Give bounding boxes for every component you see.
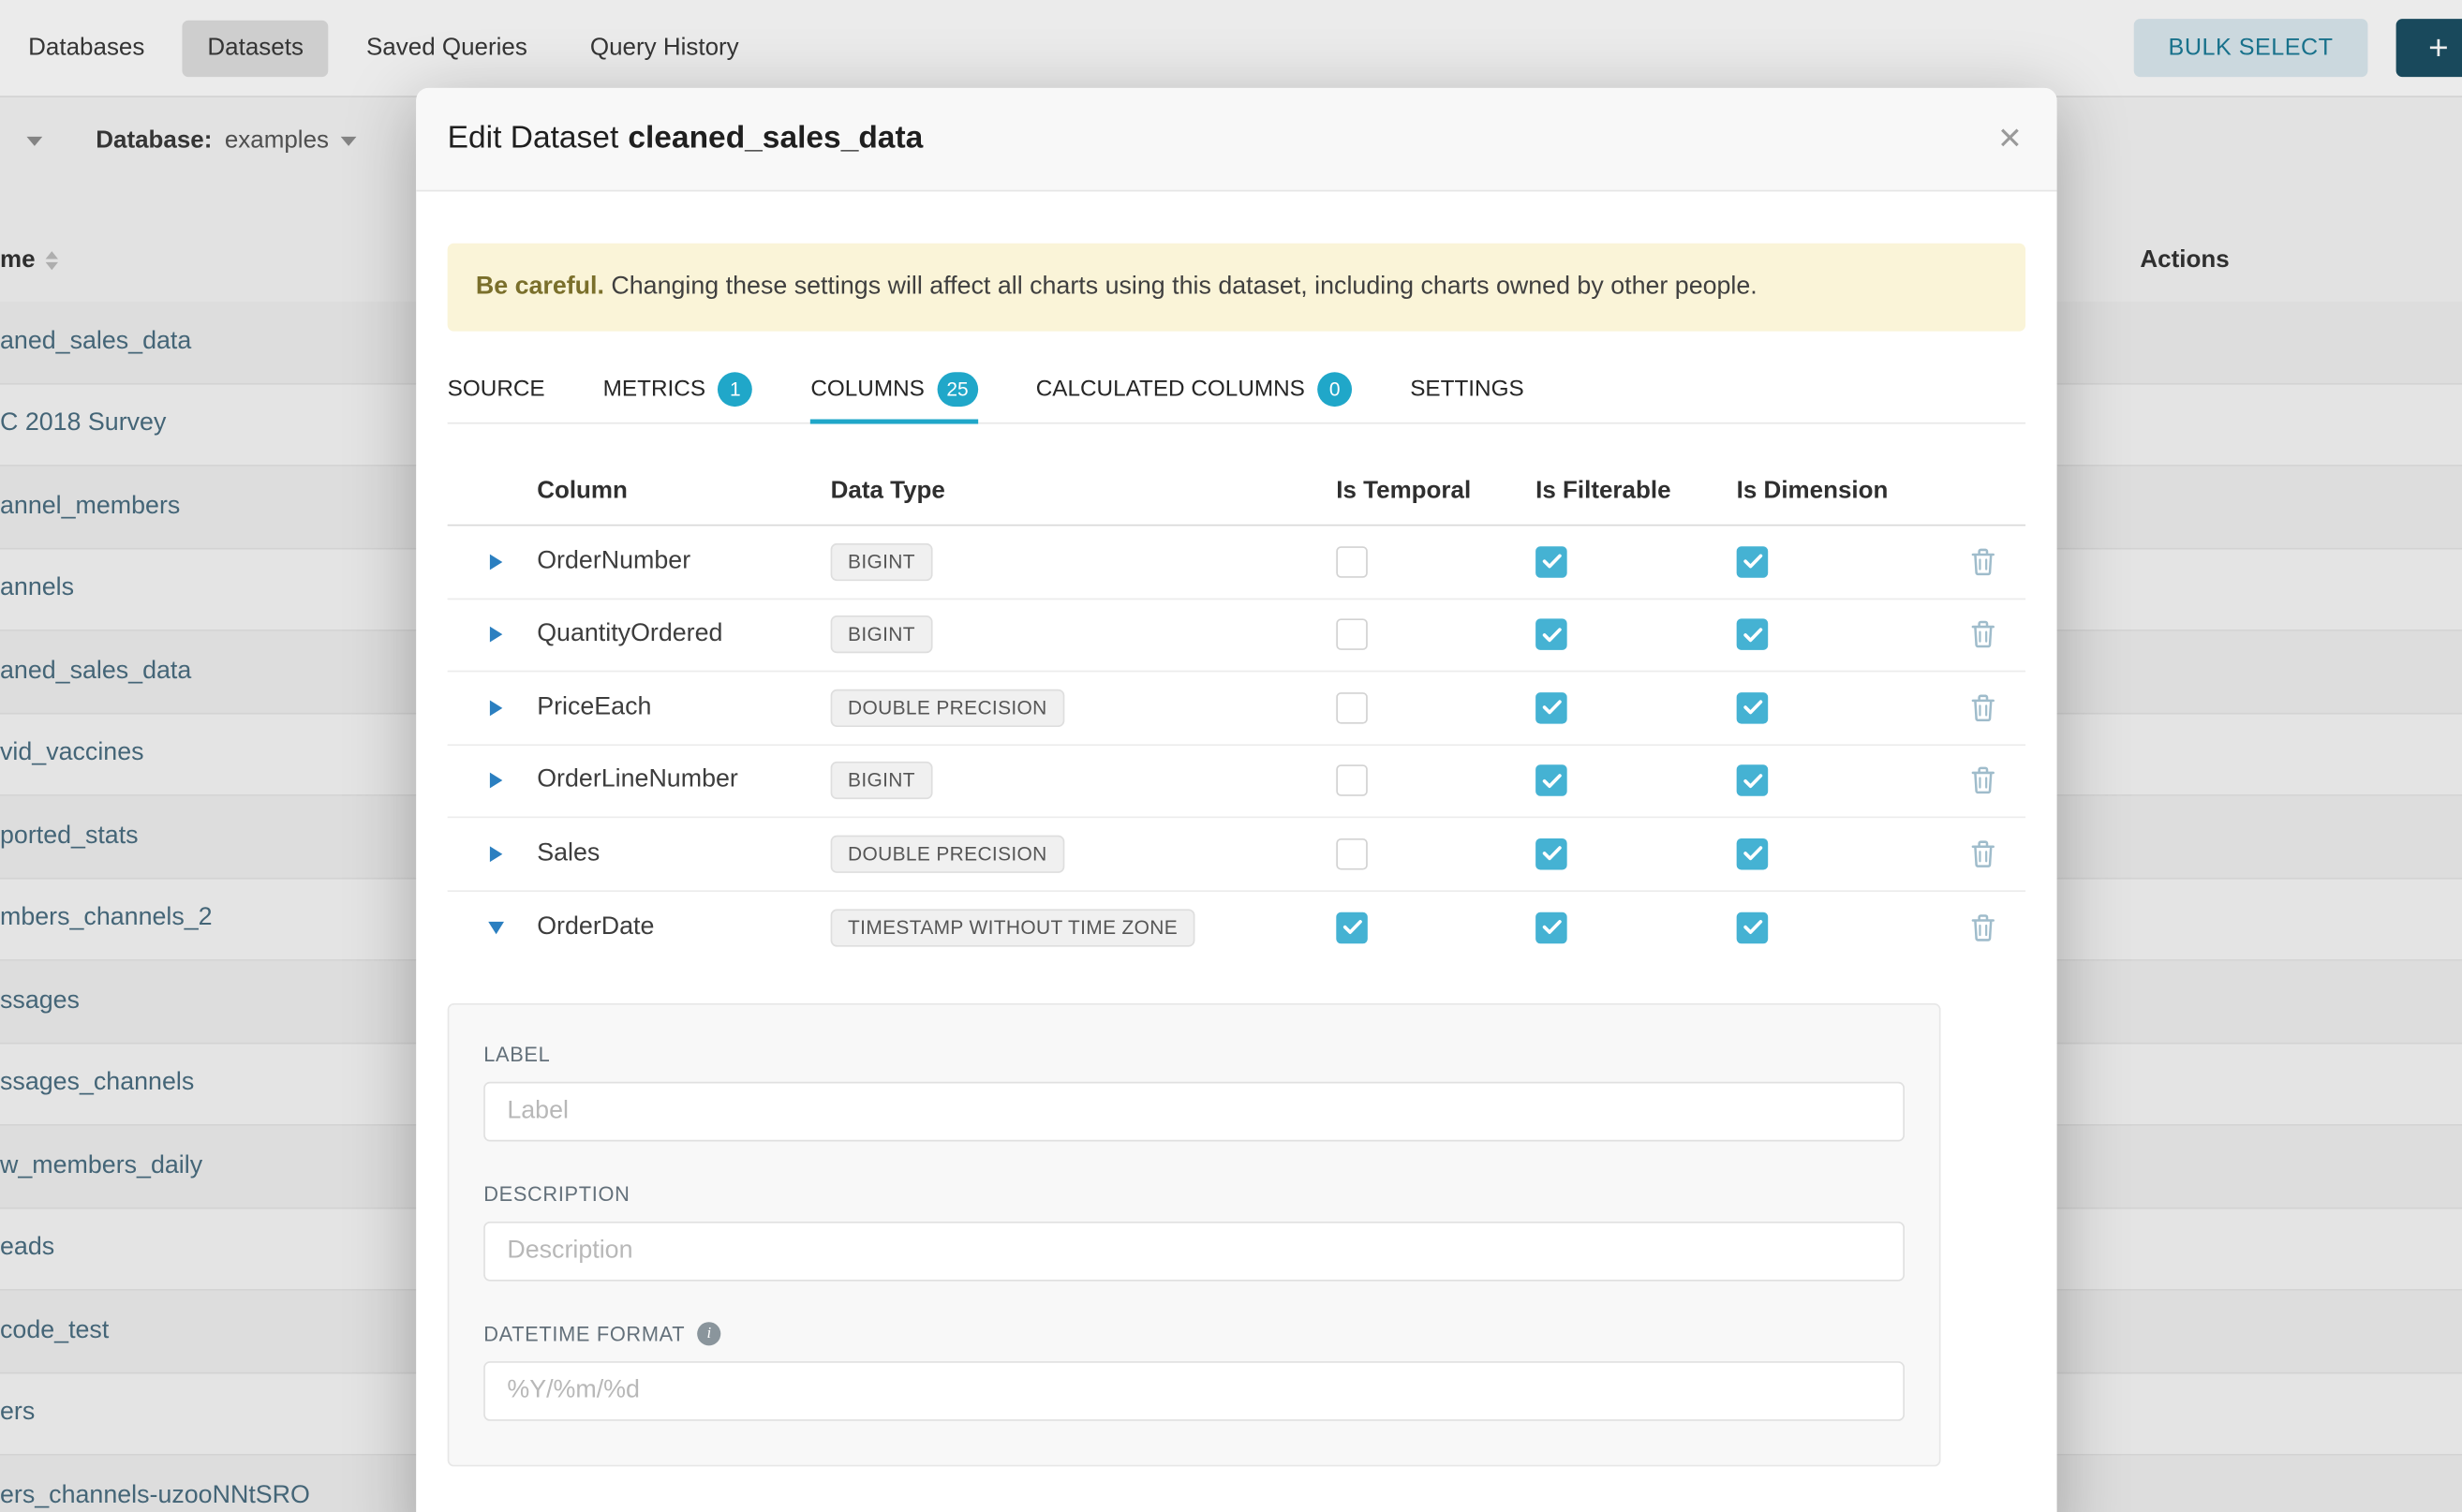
is-filterable-checkbox[interactable] xyxy=(1535,765,1567,797)
data-type-badge: BIGINT xyxy=(831,615,933,653)
modal-body: Be careful. Changing these settings will… xyxy=(416,244,2056,1467)
modal-title-dataset-name: cleaned_sales_data xyxy=(628,121,923,156)
tab-settings[interactable]: SETTINGS xyxy=(1410,355,1524,422)
info-icon[interactable]: i xyxy=(698,1322,721,1345)
is-dimension-checkbox[interactable] xyxy=(1737,912,1769,943)
tab-source[interactable]: SOURCE xyxy=(448,355,545,422)
modal-title-prefix: Edit Dataset xyxy=(448,121,619,156)
data-type-badge: DOUBLE PRECISION xyxy=(831,835,1064,872)
is-dimension-checkbox[interactable] xyxy=(1737,546,1769,578)
label-input[interactable] xyxy=(483,1082,1905,1142)
warning-banner: Be careful. Changing these settings will… xyxy=(448,244,2025,332)
is-dimension-checkbox[interactable] xyxy=(1737,838,1769,870)
data-type-badge: BIGINT xyxy=(831,762,933,799)
column-row: OrderLineNumberBIGINT xyxy=(448,745,2025,818)
close-icon[interactable]: ✕ xyxy=(1997,124,2023,154)
is-filterable-checkbox[interactable] xyxy=(1535,838,1567,870)
column-name: OrderLineNumber xyxy=(537,766,830,794)
warning-banner-bold: Be careful. xyxy=(476,274,604,300)
data-type-badge: BIGINT xyxy=(831,542,933,580)
is-dimension-header: Is Dimension xyxy=(1737,478,1939,506)
columns-table-body: OrderNumberBIGINTQuantityOrderedBIGINTPr… xyxy=(448,526,2025,964)
label-field-group: LABEL xyxy=(483,1043,1905,1142)
tab-count-badge: 1 xyxy=(718,371,752,406)
is-temporal-checkbox[interactable] xyxy=(1336,692,1368,724)
column-header: Column xyxy=(537,478,830,506)
delete-column-icon[interactable] xyxy=(1970,913,1995,941)
column-row: OrderNumberBIGINT xyxy=(448,526,2025,599)
app-viewport: DatabasesDatasetsSaved QueriesQuery Hist… xyxy=(0,0,2462,1512)
modal-tabs: SOURCE METRICS 1 COLUMNS 25 CALCULATED COLUMN… xyxy=(448,355,2025,424)
tab-label: METRICS xyxy=(603,376,705,401)
tab-label: COLUMNS xyxy=(810,376,925,401)
data-type-badge: DOUBLE PRECISION xyxy=(831,689,1064,726)
column-row: OrderDateTIMESTAMP WITHOUT TIME ZONE xyxy=(448,891,2025,964)
is-filterable-checkbox[interactable] xyxy=(1535,546,1567,578)
datetime-format-field-group: DATETIME FORMAT i xyxy=(483,1322,1905,1421)
tab-metrics[interactable]: METRICS 1 xyxy=(603,355,753,422)
label-field-label: LABEL xyxy=(483,1043,1905,1066)
tab-columns[interactable]: COLUMNS 25 xyxy=(810,355,977,422)
datetime-format-field-label: DATETIME FORMAT xyxy=(483,1322,685,1345)
data-type-badge: TIMESTAMP WITHOUT TIME ZONE xyxy=(831,909,1195,946)
description-field-group: DESCRIPTION xyxy=(483,1182,1905,1282)
is-filterable-checkbox[interactable] xyxy=(1535,912,1567,943)
delete-column-icon[interactable] xyxy=(1970,693,1995,721)
column-name: OrderDate xyxy=(537,913,830,941)
is-temporal-checkbox[interactable] xyxy=(1336,619,1368,651)
data-type-header: Data Type xyxy=(831,478,1337,506)
tab-label: CALCULATED COLUMNS xyxy=(1036,376,1305,401)
delete-column-icon[interactable] xyxy=(1970,766,1995,794)
is-filterable-checkbox[interactable] xyxy=(1535,692,1567,724)
expand-caret-icon[interactable] xyxy=(489,700,501,716)
datetime-format-input[interactable] xyxy=(483,1361,1905,1421)
is-temporal-checkbox[interactable] xyxy=(1336,838,1368,870)
is-temporal-header: Is Temporal xyxy=(1336,478,1535,506)
columns-table-header: Column Data Type Is Temporal Is Filterab… xyxy=(448,458,2025,526)
modal-header: Edit Dataset cleaned_sales_data ✕ xyxy=(416,88,2056,192)
tab-calculated-columns[interactable]: CALCULATED COLUMNS 0 xyxy=(1036,355,1352,422)
is-temporal-checkbox[interactable] xyxy=(1336,912,1368,943)
modal-title: Edit Dataset cleaned_sales_data xyxy=(448,121,924,157)
column-row: SalesDOUBLE PRECISION xyxy=(448,818,2025,891)
column-row: QuantityOrderedBIGINT xyxy=(448,599,2025,672)
expand-caret-icon[interactable] xyxy=(489,773,501,789)
is-temporal-checkbox[interactable] xyxy=(1336,546,1368,578)
expand-caret-icon[interactable] xyxy=(489,554,501,570)
is-filterable-checkbox[interactable] xyxy=(1535,619,1567,651)
expand-caret-icon[interactable] xyxy=(489,846,501,862)
warning-banner-text: Changing these settings will affect all … xyxy=(604,274,1758,300)
column-name: PriceEach xyxy=(537,693,830,721)
column-name: OrderNumber xyxy=(537,548,830,576)
tab-count-badge: 25 xyxy=(937,371,977,406)
column-detail-panel: LABEL DESCRIPTION DATETIME FORMAT i xyxy=(448,1003,1941,1466)
is-dimension-checkbox[interactable] xyxy=(1737,765,1769,797)
tab-label: SOURCE xyxy=(448,376,545,401)
delete-column-icon[interactable] xyxy=(1970,620,1995,648)
tab-count-badge: 0 xyxy=(1317,371,1352,406)
is-dimension-checkbox[interactable] xyxy=(1737,692,1769,724)
collapse-caret-icon[interactable] xyxy=(487,921,503,933)
delete-column-icon[interactable] xyxy=(1970,548,1995,576)
delete-column-icon[interactable] xyxy=(1970,839,1995,867)
description-input[interactable] xyxy=(483,1222,1905,1282)
edit-dataset-modal: Edit Dataset cleaned_sales_data ✕ Be care… xyxy=(416,88,2056,1512)
is-filterable-header: Is Filterable xyxy=(1535,478,1737,506)
column-name: Sales xyxy=(537,839,830,867)
is-dimension-checkbox[interactable] xyxy=(1737,619,1769,651)
is-temporal-checkbox[interactable] xyxy=(1336,765,1368,797)
tab-label: SETTINGS xyxy=(1410,376,1524,401)
column-name: QuantityOrdered xyxy=(537,620,830,648)
column-row: PriceEachDOUBLE PRECISION xyxy=(448,672,2025,745)
expand-caret-icon[interactable] xyxy=(489,627,501,643)
description-field-label: DESCRIPTION xyxy=(483,1182,1905,1206)
